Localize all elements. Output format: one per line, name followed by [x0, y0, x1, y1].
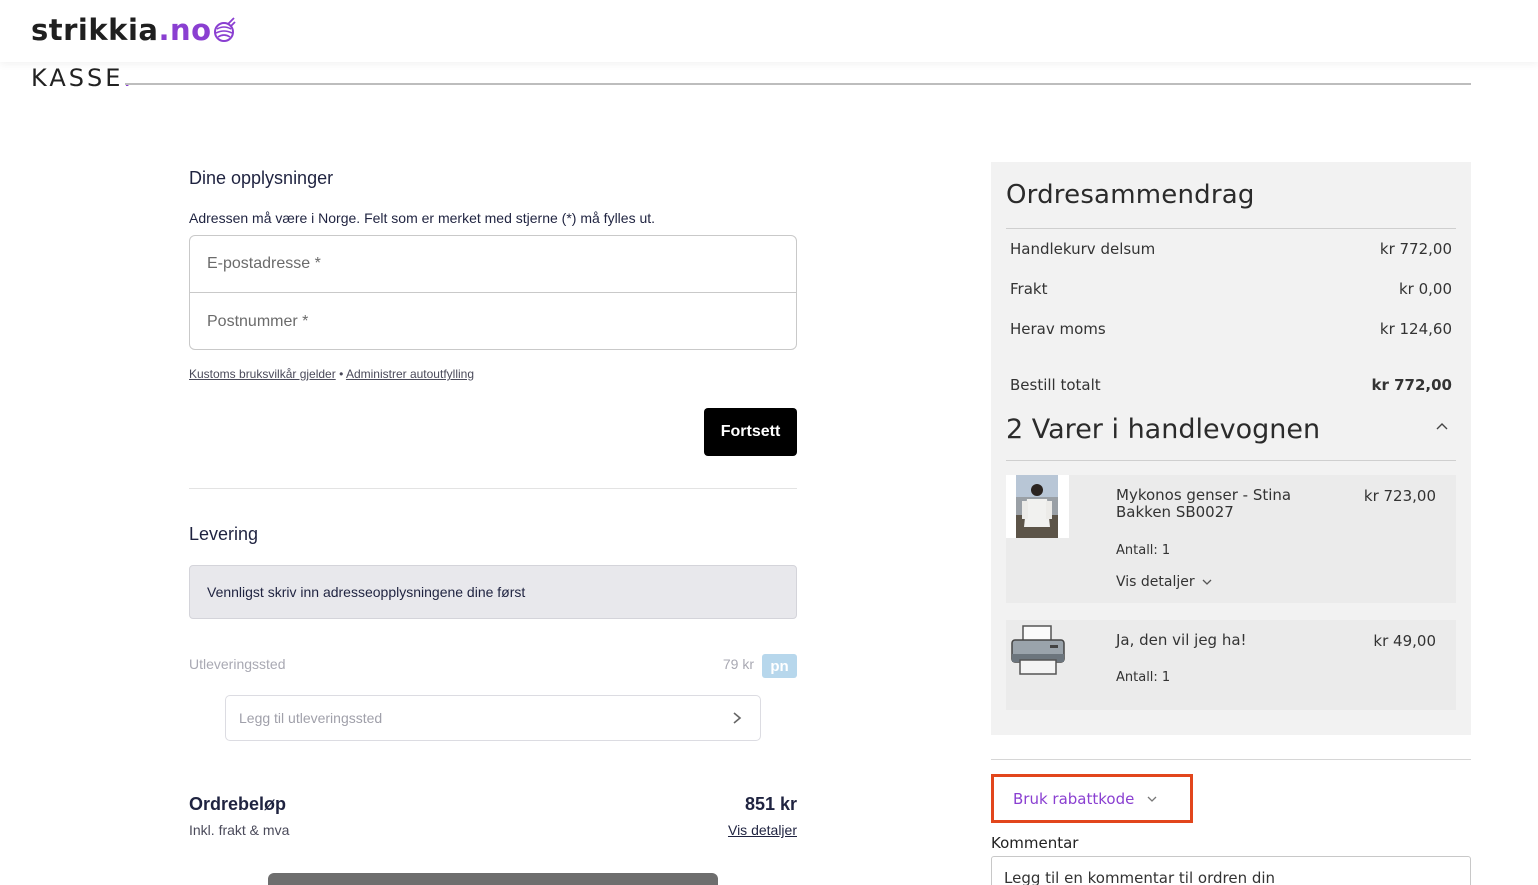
item-name: Mykonos genser - Stina Bakken SB0027: [1116, 486, 1292, 521]
product-image: [1006, 475, 1069, 538]
logo-text: strikkia.no: [31, 13, 212, 47]
shipping-row: Frakt kr 0,00: [1010, 280, 1452, 298]
chevron-down-icon: [1147, 796, 1157, 802]
comment-box: [991, 856, 1471, 885]
bottom-action-bar[interactable]: [268, 873, 718, 885]
section-divider: [189, 488, 797, 489]
order-total-label: Ordrebeløp: [189, 794, 287, 814]
address-notice: Vennligst skriv inn adresseopplysningene…: [189, 565, 797, 619]
pickup-label: Utleveringssted: [189, 656, 286, 672]
chevron-up-icon[interactable]: [1435, 420, 1449, 434]
pickup-placeholder: Legg til utleveringssted: [239, 710, 383, 726]
grand-total-row: Bestill totalt kr 772,00: [1010, 376, 1452, 394]
item-details-toggle[interactable]: Vis detaljer: [1116, 574, 1213, 590]
item-price: kr 49,00: [1373, 632, 1436, 650]
email-row: [190, 236, 796, 293]
link-separator: •: [339, 367, 344, 381]
summary-bottom-divider: [991, 759, 1471, 760]
printer-icon: [1011, 625, 1065, 675]
cart-item: Mykonos genser - Stina Bakken SB0027 kr …: [1006, 475, 1456, 603]
address-hint: Adressen må være i Norge. Felt som er me…: [189, 210, 656, 226]
page-heading: KASSE.: [31, 62, 1471, 102]
subtotal-row: Handlekurv delsum kr 772,00: [1010, 240, 1452, 258]
yarn-ball-icon: [213, 17, 236, 42]
item-price: kr 723,00: [1363, 487, 1436, 505]
chevron-down-icon: [1202, 579, 1212, 585]
email-field[interactable]: [207, 255, 767, 273]
pickup-price: 79 kr: [722, 656, 754, 672]
vat-row: Herav moms kr 124,60: [1010, 320, 1452, 338]
summary-title: Ordresammendrag: [1006, 180, 1255, 210]
customer-info-heading: Dine opplysninger: [189, 168, 334, 188]
cart-item: Ja, den vil jeg ha! kr 49,00 Antall: 1: [1006, 620, 1456, 710]
item-quantity: Antall: 1: [1116, 670, 1171, 685]
comment-input[interactable]: [1004, 869, 1458, 885]
item-quantity: Antall: 1: [1116, 543, 1171, 558]
pickup-point-selector[interactable]: Legg til utleveringssted: [225, 695, 761, 741]
postcode-field[interactable]: [207, 312, 767, 331]
order-total-sublabel: Inkl. frakt & mva: [189, 822, 290, 838]
discount-code-toggle[interactable]: Bruk rabattkode: [991, 774, 1193, 823]
continue-button[interactable]: Fortsett: [704, 408, 797, 456]
order-summary: Ordresammendrag Handlekurv delsum kr 772,…: [991, 162, 1471, 735]
product-image: [1006, 620, 1069, 683]
legal-links: Kustoms bruksvilkår gjelder • Administre…: [189, 367, 474, 381]
contact-fields: [189, 235, 797, 350]
cart-items-title[interactable]: 2 Varer i handlevognen: [1006, 414, 1320, 445]
order-total-amount: 851 kr: [744, 794, 797, 814]
delivery-heading: Levering: [189, 524, 259, 544]
postnord-logo: pn: [762, 654, 797, 678]
chevron-right-icon: [733, 712, 742, 724]
terms-link[interactable]: Kustoms bruksvilkår gjelder: [189, 367, 336, 381]
item-name: Ja, den vil jeg ha!: [1116, 631, 1247, 649]
sweater-photo-icon: [1016, 475, 1058, 538]
items-divider: [1006, 460, 1456, 461]
page-title: KASSE.: [31, 64, 135, 92]
autofill-link[interactable]: Administrer autoutfylling: [346, 367, 474, 381]
title-divider: [125, 83, 1471, 85]
show-details-link[interactable]: Vis detaljer: [728, 822, 797, 838]
summary-divider: [1006, 228, 1456, 229]
site-header: strikkia.no: [0, 0, 1538, 62]
postcode-row: [190, 293, 796, 350]
comment-label: Kommentar: [991, 834, 1079, 852]
site-logo[interactable]: strikkia.no: [31, 12, 236, 48]
